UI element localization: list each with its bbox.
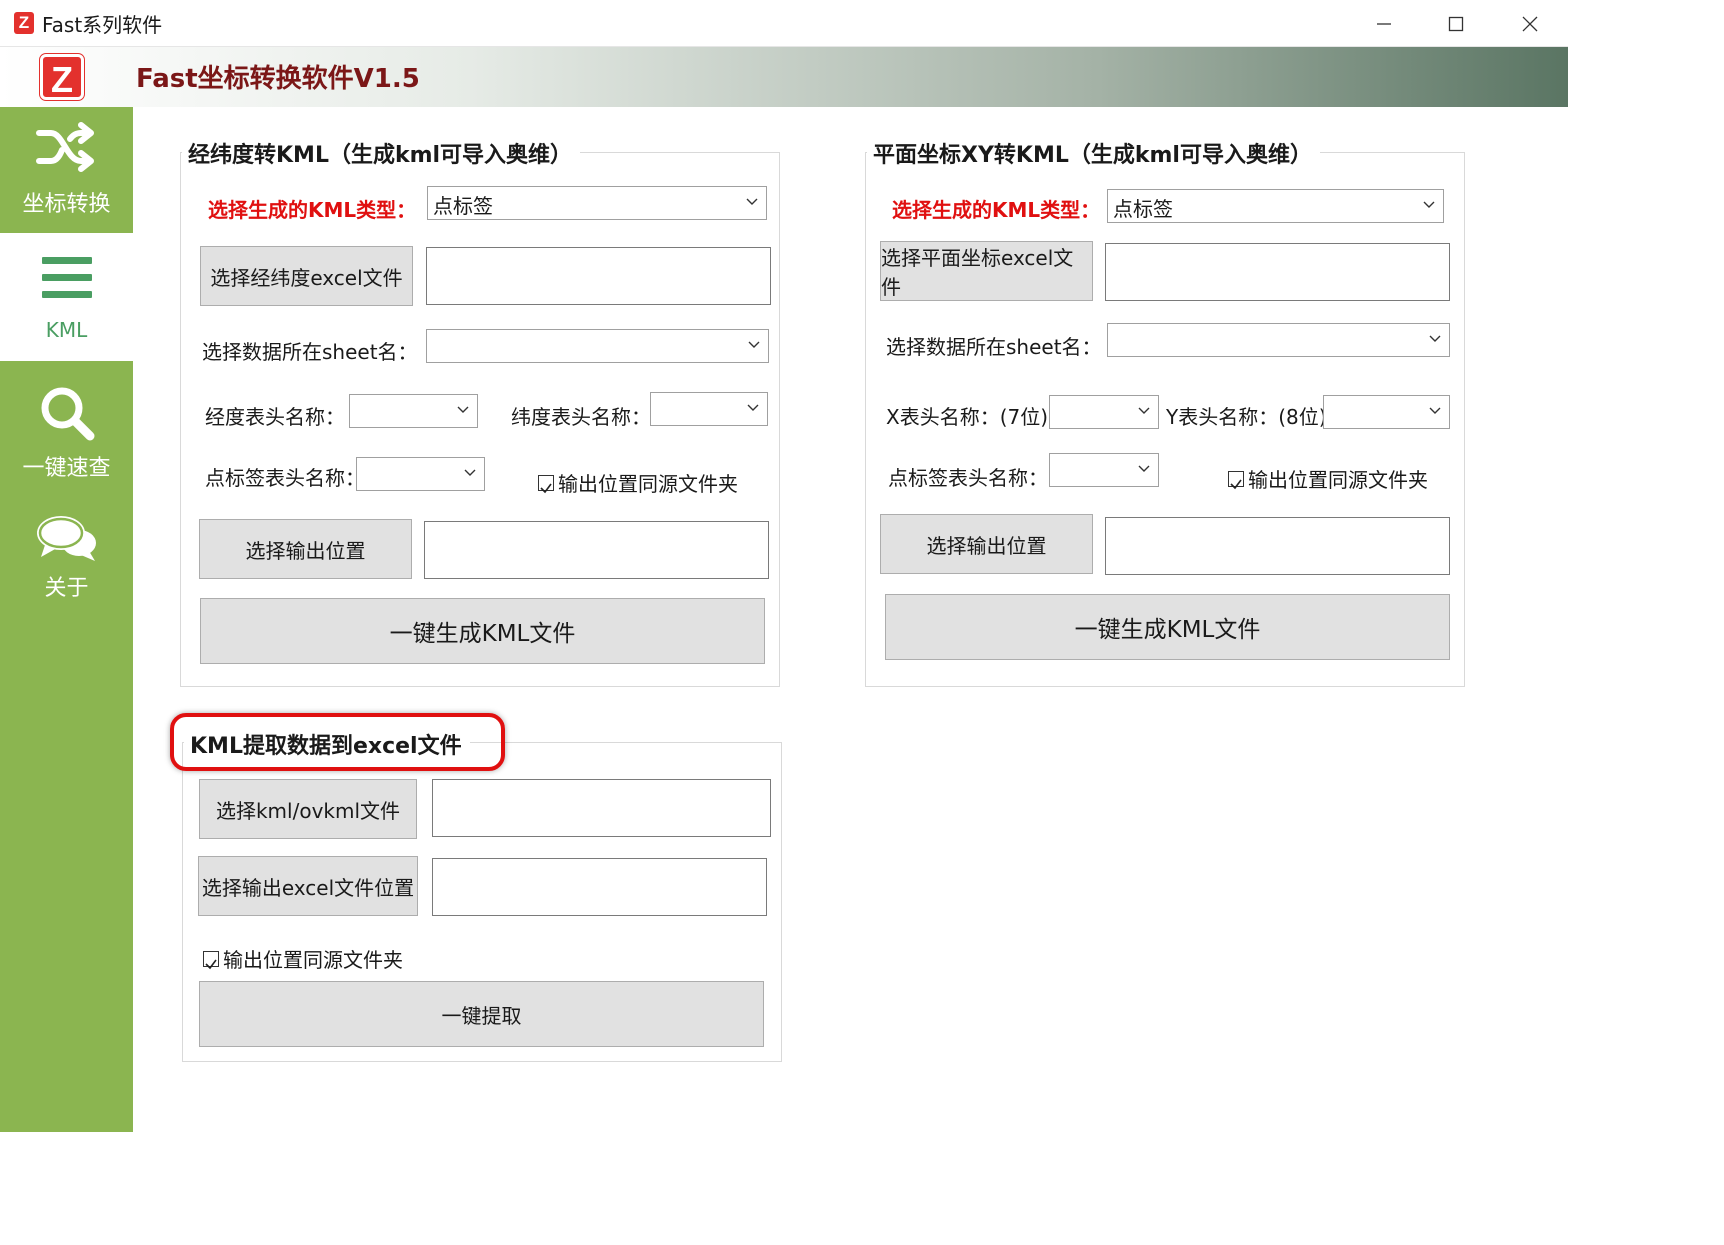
- sidebar-item-quick-search[interactable]: 一键速查: [0, 361, 133, 491]
- longitude-header-select[interactable]: [349, 394, 478, 428]
- sidebar-item-about[interactable]: 关于: [0, 491, 133, 611]
- xy-kml-type-label: 选择生成的KML类型：: [892, 198, 1101, 222]
- window-title: Fast系列软件: [42, 13, 163, 37]
- latlon-kml-type-label: 选择生成的KML类型：: [208, 198, 417, 222]
- xy-point-label-header-label: 点标签表头名称：: [888, 466, 1048, 490]
- maximize-icon: [1448, 16, 1464, 31]
- latlon-sheet-select[interactable]: [426, 329, 769, 363]
- latlon-output-path-field[interactable]: [424, 521, 769, 579]
- sidebar-item-label: 关于: [44, 576, 89, 601]
- sidebar-item-label: KML: [45, 318, 88, 342]
- chevron-down-icon: [746, 198, 758, 205]
- select-kml-file-button[interactable]: 选择kml/ovkml文件: [199, 779, 417, 839]
- longitude-header-label: 经度表头名称：: [205, 405, 345, 429]
- select-xy-excel-button[interactable]: 选择平面坐标excel文件: [880, 241, 1093, 301]
- xy-kml-type-select[interactable]: 点标签: [1107, 189, 1444, 223]
- chevron-down-icon: [1138, 407, 1150, 414]
- menu-icon: [41, 257, 92, 298]
- chevron-down-icon: [747, 404, 759, 411]
- search-icon: [41, 387, 94, 441]
- chevron-down-icon: [1138, 465, 1150, 472]
- checkbox-icon: [538, 474, 554, 493]
- chat-icon: [36, 516, 96, 561]
- minimize-icon: [1377, 22, 1391, 25]
- chevron-down-icon: [464, 469, 476, 476]
- kml-file-path-field[interactable]: [432, 779, 771, 837]
- xy-select-output-button[interactable]: 选择输出位置: [880, 514, 1093, 574]
- window-titlebar: [0, 0, 1568, 47]
- extract-same-folder-label: 输出位置同源文件夹: [223, 948, 403, 972]
- latlon-select-output-button[interactable]: 选择输出位置: [199, 519, 412, 579]
- minimize-button[interactable]: [1348, 0, 1420, 47]
- chevron-down-icon: [1429, 407, 1441, 414]
- latlon-sheet-label: 选择数据所在sheet名：: [202, 340, 418, 364]
- xy-output-path-field[interactable]: [1105, 517, 1450, 575]
- xy-same-folder-checkbox[interactable]: 输出位置同源文件夹: [1228, 464, 1428, 493]
- xy-sheet-select[interactable]: [1107, 323, 1450, 357]
- close-icon: [1522, 16, 1538, 31]
- extract-panel-title: KML提取数据到excel文件: [184, 728, 470, 760]
- app-logo: Z: [40, 54, 84, 100]
- chevron-down-icon: [1429, 335, 1441, 342]
- latitude-header-select[interactable]: [650, 392, 768, 426]
- xy-panel-title: 平面坐标XY转KML（生成kml可导入奥维）: [867, 137, 1320, 169]
- xy-excel-path-field[interactable]: [1105, 243, 1450, 301]
- latitude-header-label: 纬度表头名称：: [511, 405, 651, 429]
- checkbox-icon: [1228, 470, 1244, 489]
- xy-point-label-header-select[interactable]: [1049, 453, 1159, 487]
- checkbox-icon: [203, 950, 219, 969]
- sidebar-item-label: 一键速查: [22, 456, 111, 481]
- xy-sheet-label: 选择数据所在sheet名：: [886, 335, 1102, 359]
- extract-same-folder-checkbox[interactable]: 输出位置同源文件夹: [203, 944, 403, 973]
- latlon-generate-kml-button[interactable]: 一键生成KML文件: [200, 598, 765, 664]
- latlon-kml-type-value: 点标签: [433, 194, 493, 218]
- latlon-panel-title: 经纬度转KML（生成kml可导入奥维）: [182, 137, 581, 169]
- close-button[interactable]: [1494, 0, 1566, 47]
- select-output-excel-button[interactable]: 选择输出excel文件位置: [198, 856, 418, 916]
- select-latlon-excel-button[interactable]: 选择经纬度excel文件: [200, 246, 413, 306]
- latlon-same-folder-checkbox[interactable]: 输出位置同源文件夹: [538, 468, 738, 497]
- sidebar-item-coordinate-convert[interactable]: 坐标转换: [0, 107, 133, 233]
- x-header-select[interactable]: [1049, 395, 1159, 429]
- y-header-select[interactable]: [1323, 395, 1450, 429]
- chevron-down-icon: [748, 341, 760, 348]
- xy-kml-type-value: 点标签: [1113, 197, 1173, 221]
- x-header-label: X表头名称：(7位): [886, 405, 1049, 429]
- point-label-header-select[interactable]: [356, 457, 485, 491]
- point-label-header-label: 点标签表头名称：: [205, 466, 365, 490]
- chevron-down-icon: [1423, 201, 1435, 208]
- app-title: Fast坐标转换软件V1.5: [136, 64, 420, 94]
- latlon-same-folder-label: 输出位置同源文件夹: [558, 472, 738, 496]
- xy-generate-kml-button[interactable]: 一键生成KML文件: [885, 594, 1450, 660]
- sidebar-item-label: 坐标转换: [22, 192, 111, 217]
- latlon-kml-type-select[interactable]: 点标签: [427, 186, 767, 220]
- xy-same-folder-label: 输出位置同源文件夹: [1248, 468, 1428, 492]
- latlon-excel-path-field[interactable]: [426, 247, 771, 305]
- chevron-down-icon: [457, 406, 469, 413]
- app-icon: Z: [14, 12, 34, 34]
- shuffle-icon: [35, 122, 94, 172]
- sidebar-item-kml[interactable]: KML: [0, 233, 133, 361]
- maximize-button[interactable]: [1420, 0, 1492, 47]
- y-header-label: Y表头名称：(8位): [1166, 405, 1327, 429]
- one-click-extract-button[interactable]: 一键提取: [199, 981, 764, 1047]
- output-excel-path-field[interactable]: [432, 858, 767, 916]
